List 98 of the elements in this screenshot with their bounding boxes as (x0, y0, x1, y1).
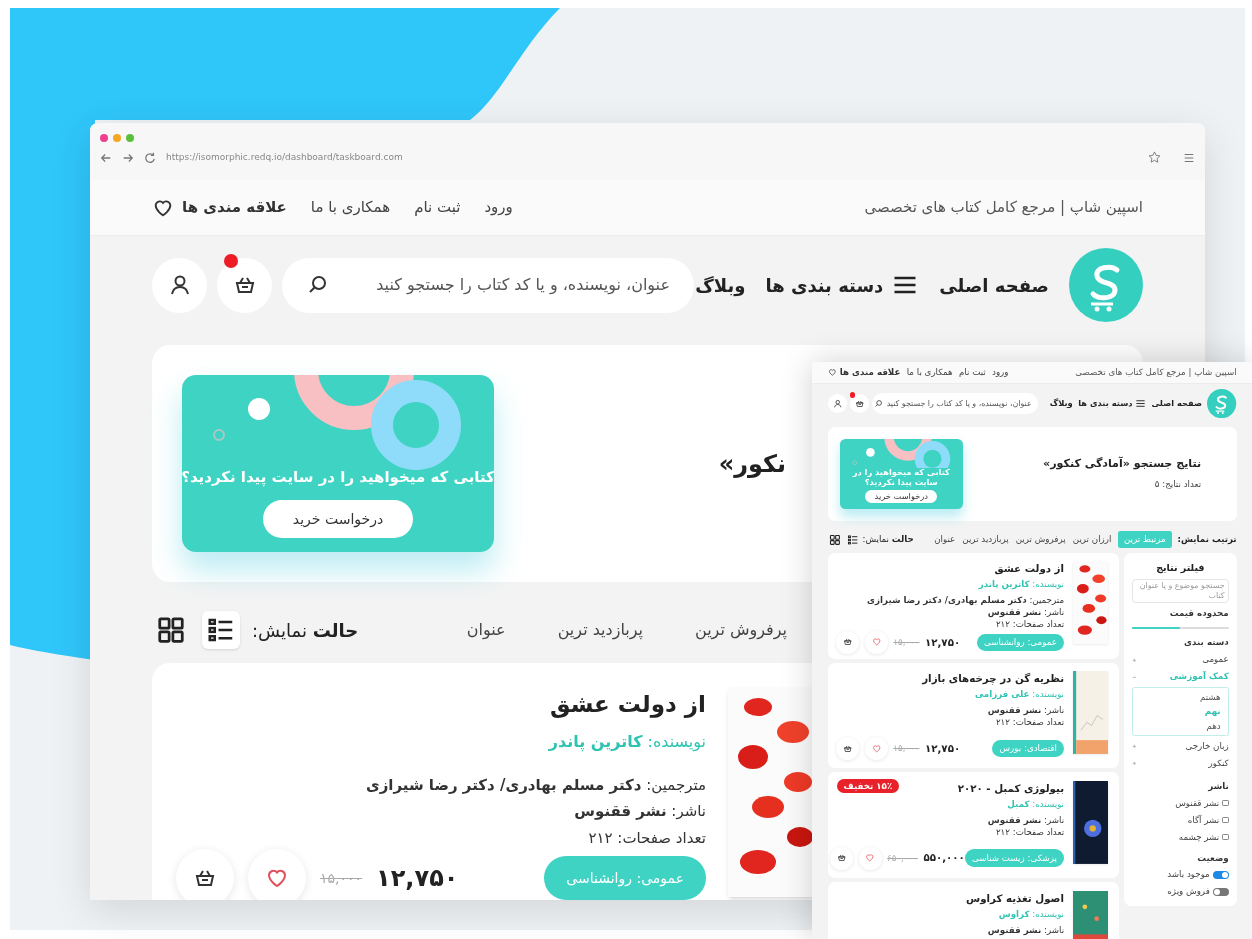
author-text: نویسنده: کمبل (1007, 798, 1065, 811)
author-text: نویسنده: کاترین پاندر (978, 578, 1065, 592)
toggle-label: موجود باشد (1167, 868, 1210, 882)
logo-icon[interactable] (1207, 388, 1237, 419)
book-detail: ناشر: نشر ققنوس (987, 607, 1065, 619)
menu-icon[interactable] (1183, 151, 1195, 164)
section-title: دسته بندی (1184, 636, 1229, 650)
author-text: نویسنده: کراوس (998, 907, 1065, 921)
section-title: محدوده قیمت (1169, 606, 1229, 620)
book-detail: ناشر: نشر ققنوس (574, 801, 706, 822)
old-price: ۱۵,۰۰۰ (893, 635, 920, 649)
subcategory-item[interactable]: هشتم (1199, 690, 1221, 704)
book-title: از دولت عشق (549, 690, 706, 720)
toggle-label: فروش ویژه (1167, 885, 1210, 899)
results-heading: نکور» (718, 448, 786, 480)
nav-link[interactable]: صفحه اصلی (1151, 397, 1202, 410)
wishlist-link[interactable]: علاقه مندی ها (827, 366, 901, 380)
top-link[interactable]: ورود (992, 366, 1009, 380)
back-arrow-icon[interactable] (100, 151, 112, 164)
request-button[interactable]: درخواست خرید (865, 489, 938, 504)
toggle-switch[interactable] (1212, 871, 1229, 879)
sort-option[interactable]: ارزان ترین (1072, 531, 1113, 549)
star-icon[interactable] (1148, 151, 1161, 165)
category-item[interactable]: عمومی (1202, 653, 1229, 667)
discount-badge: ۱۵٪ تخفیف (837, 779, 899, 793)
book-title: نظریه گن در چرخه‌های بازار (922, 671, 1065, 687)
book-detail: تعداد صفحات: ۲۱۲ (995, 827, 1065, 839)
old-price: ۱۵,۰۰۰ (893, 741, 920, 755)
favorite-button[interactable] (248, 849, 306, 900)
url-text: https://isomorphic.redq.io/dashboard/taskboard.com (166, 151, 403, 164)
price: ۵۵۰,۰۰۰ (923, 850, 965, 866)
author-text: نویسنده: کاترین پاندر (548, 730, 706, 754)
top-link[interactable]: ورود (484, 196, 513, 219)
forward-arrow-icon[interactable] (122, 151, 134, 164)
grid-icon (156, 615, 186, 645)
filter-title: فیلتر نتایج (1156, 560, 1205, 575)
category-item[interactable]: کنکور (1208, 757, 1229, 771)
search-field[interactable]: عنوان، نویسنده، و یا کد کتاب را جستجو کنید (282, 257, 694, 313)
site-tagline: اسپین شاپ | مرجع کامل کتاب های تخصصی (1075, 366, 1237, 380)
subcategory-item[interactable]: دهم (1206, 719, 1221, 733)
user-button[interactable] (827, 393, 847, 413)
checkbox-label: نشر ققنوس (1175, 796, 1220, 810)
promo-text: کتابی که میخواهید را در سایت پیدا نکردید؟ (182, 466, 494, 488)
price: ۱۲,۷۵۰ (924, 740, 961, 756)
toggle-switch[interactable] (1212, 888, 1229, 896)
logo-icon[interactable] (1069, 248, 1143, 322)
book-detail: تعداد صفحات: ۲۱۲ (995, 717, 1065, 729)
list-view-button[interactable] (202, 611, 240, 649)
results-count: تعداد نتایج: ۵ (1154, 478, 1202, 492)
sort-option[interactable]: پربازدید ترین (961, 531, 1010, 549)
book-detail: ناشر: نشر ققنوس (987, 924, 1065, 937)
old-price: ۱۵,۰۰۰ (320, 868, 363, 888)
site-tagline: اسپین شاپ | مرجع کامل کتاب های تخصصی (864, 197, 1143, 219)
view-mode-label: حالت نمایش: (252, 618, 359, 643)
book-detail: ناشر: نشر ققنوس (987, 705, 1065, 717)
section-title: وضعیت (1197, 851, 1229, 865)
book-title: بیولوژی کمبل - ۲۰۲۰ (957, 781, 1065, 797)
top-link[interactable]: ثبت نام (958, 366, 986, 380)
category-item[interactable]: زبان خارجی (1185, 740, 1229, 754)
book-detail: مترجمین: دکتر مسلم بهادری/ دکتر رضا شیرازی (867, 595, 1065, 607)
checkbox[interactable] (1222, 800, 1229, 807)
sort-option[interactable]: پربازدید ترین (553, 610, 647, 650)
wishlist-link[interactable]: علاقه مندی ها (152, 196, 287, 219)
sort-option[interactable]: پرفروش ترین (1014, 531, 1067, 549)
book-title: اصول تغذیه کراوس (966, 890, 1065, 907)
top-link[interactable]: همکاری با ما (906, 366, 953, 380)
checkbox-label: نشر چشمه (1178, 830, 1220, 844)
author-text: نویسنده: علی فرزامی (975, 688, 1065, 702)
results-heading: نتایج جستجو «آمادگی کنکور» (1043, 456, 1202, 473)
nav-link[interactable]: وبلاگ (1049, 397, 1073, 410)
request-button[interactable]: درخواست خرید (262, 500, 414, 538)
price-slider[interactable] (1131, 626, 1229, 630)
top-link[interactable]: همکاری با ما (310, 196, 391, 219)
view-mode-label: حالت نمایش: (862, 533, 914, 547)
sort-option[interactable]: عنوان (933, 531, 956, 549)
old-price: ۶۵۰,۰۰۰ (887, 851, 918, 865)
price: ۱۲,۷۵۰ (924, 634, 961, 650)
book-detail: تعداد صفحات: ۲۱۲ (588, 827, 706, 849)
cart-button[interactable] (849, 393, 869, 413)
nav-link[interactable]: صفحه اصلی (939, 271, 1049, 299)
book-title: از دولت عشق (994, 561, 1065, 577)
price: ۱۲,۷۵۰ (376, 863, 459, 894)
book-detail: ناشر: نشر ققنوس (987, 814, 1065, 827)
sort-label: ترتیب نمایش: (1177, 533, 1237, 547)
checkbox-label: نشر آگاه (1187, 813, 1220, 827)
categories-menu[interactable]: دسته بندی ها (1078, 397, 1146, 410)
sort-option[interactable]: پرفروش ترین (691, 610, 791, 650)
book-detail: تعداد صفحات: ۲۱۲ (995, 619, 1065, 631)
section-title: ناشر (1208, 779, 1229, 793)
reload-icon[interactable] (144, 151, 156, 164)
checkbox[interactable] (1222, 833, 1229, 841)
book-detail: مترجمین: دکتر مسلم بهادری/ دکتر رضا شیرازی (365, 774, 706, 796)
top-link[interactable]: ثبت نام (414, 196, 461, 219)
nav-link[interactable]: وبلاگ (695, 271, 746, 299)
categories-menu[interactable]: دسته بندی ها (765, 271, 920, 299)
sort-option[interactable]: عنوان (462, 610, 510, 650)
add-to-cart-button[interactable] (176, 849, 234, 900)
checkbox[interactable] (1222, 817, 1229, 824)
